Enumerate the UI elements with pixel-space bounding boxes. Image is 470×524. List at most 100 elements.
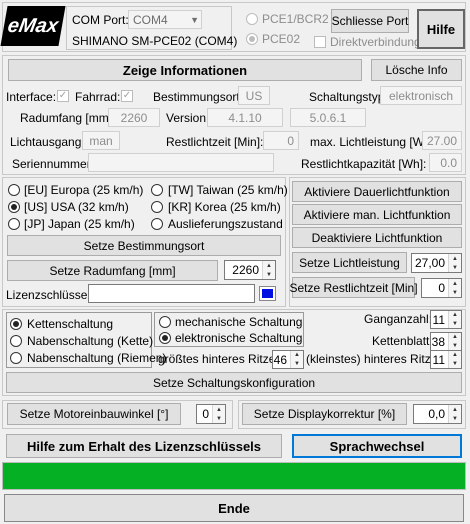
region-factory-radio[interactable] <box>151 218 163 230</box>
display-correction-arrows[interactable]: ▲ ▼ <box>448 405 461 423</box>
license-label: Lizenzschlüssel: <box>6 288 94 302</box>
region-kr-radio[interactable] <box>151 201 163 213</box>
remaining-time-label: Restlichtzeit [Min]: <box>166 135 264 149</box>
chainring-label: Kettenblatt: <box>372 334 433 348</box>
com-port-select[interactable]: COM4 ▼ <box>128 10 202 29</box>
light-power-arrows[interactable]: ▲ ▼ <box>448 254 461 272</box>
interface-label: Interface: <box>6 90 57 104</box>
license-status-swatch <box>259 286 276 301</box>
display-correction-stepper[interactable]: 0,0 ▲ ▼ <box>413 404 462 424</box>
hub-chain-label: Nabenschaltung (Kette) <box>27 334 154 348</box>
progress-bar <box>2 462 466 490</box>
region-kr-label: [KR] Korea (25 km/h) <box>168 200 281 214</box>
set-shift-config-button[interactable]: Setze Schaltungskonfiguration <box>6 372 462 393</box>
wheel-stepper[interactable]: 2260 ▲ ▼ <box>224 260 276 280</box>
light-output-field: man <box>82 131 120 150</box>
gear-count-stepper[interactable]: 11 ▲ ▼ <box>430 310 462 329</box>
clear-info-button[interactable]: Lösche Info <box>371 59 462 81</box>
help-button[interactable]: Hilfe <box>417 9 465 49</box>
region-tw-radio[interactable] <box>151 184 163 196</box>
hub-belt-radio[interactable] <box>10 352 22 364</box>
max-light-label: max. Lichtleistung [W]: <box>310 135 431 149</box>
smallest-sprocket-stepper[interactable]: 11 ▲ ▼ <box>430 350 462 369</box>
chevron-down-icon: ▼ <box>190 14 199 25</box>
serial-field <box>88 153 274 172</box>
pce02-radio[interactable] <box>246 33 258 45</box>
motor-angle-arrows[interactable]: ▲ ▼ <box>212 405 225 423</box>
region-factory-label: Auslieferungszustand <box>168 217 283 231</box>
direct-connection-checkbox[interactable] <box>314 36 326 48</box>
max-light-field: 27.00 <box>422 131 462 150</box>
largest-sprocket-stepper[interactable]: 46 ▲ ▼ <box>272 350 304 369</box>
largest-sprocket-value: 46 <box>273 352 287 367</box>
language-button[interactable]: Sprachwechsel <box>292 434 462 458</box>
electronic-label: elektronische Schaltung <box>175 331 303 345</box>
com-port-value: COM4 <box>133 12 168 27</box>
motor-angle-value: 0 <box>202 407 209 421</box>
continuous-light-button[interactable]: Aktiviere Dauerlichtfunktion <box>292 181 462 202</box>
license-help-button[interactable]: Hilfe zum Erhalt des Lizenzschlüssels <box>6 434 282 458</box>
device-name: SHIMANO SM-PCE02 (COM4) <box>72 34 238 48</box>
wheel-label: Radumfang [mm]: <box>20 111 116 125</box>
largest-sprocket-arrows[interactable]: ▲ ▼ <box>290 351 303 368</box>
set-remaining-time-button[interactable]: Setze Restlichtzeit [Min] <box>289 277 418 298</box>
version2-field: 5.0.6.1 <box>290 108 366 127</box>
light-power-value: 27,00 <box>414 256 445 270</box>
set-display-correction-button[interactable]: Setze Displaykorrektur [%] <box>242 403 407 425</box>
region-eu-radio[interactable] <box>8 184 20 196</box>
license-status-fill <box>262 289 273 298</box>
light-power-stepper[interactable]: 27,00 ▲ ▼ <box>411 253 462 273</box>
bike-label: Fahrrad: <box>75 90 121 104</box>
set-motor-angle-button[interactable]: Setze Motoreinbauwinkel [°] <box>7 403 181 425</box>
smallest-sprocket-label: (kleinstes) hinteres Ritzel: <box>306 352 444 366</box>
pce1-radio[interactable] <box>246 13 258 25</box>
hub-chain-radio[interactable] <box>10 335 22 347</box>
shift-type-field: elektronisch <box>380 86 462 105</box>
remaining-time-stepper[interactable]: 0 ▲ ▼ <box>421 278 462 298</box>
main-window: eMax COM Port: COM4 ▼ SHIMANO SM-PCE02 (… <box>0 0 470 524</box>
smallest-sprocket-value: 11 <box>432 352 445 367</box>
version-field: 4.1.10 <box>207 108 283 127</box>
pce02-label: PCE02 <box>262 32 301 46</box>
region-jp-radio[interactable] <box>8 218 20 230</box>
region-eu-label: [EU] Europa (25 km/h) <box>24 183 144 197</box>
chainring-arrows[interactable]: ▲ ▼ <box>448 333 461 350</box>
remaining-time-arrows[interactable]: ▲ ▼ <box>448 279 461 297</box>
derailleur-radio[interactable] <box>10 318 22 330</box>
hub-belt-label: Nabenschaltung (Riemen) <box>27 351 167 365</box>
mechanical-radio[interactable] <box>159 316 171 328</box>
electronic-radio[interactable] <box>159 332 171 344</box>
region-tw-label: [TW] Taiwan (25 km/h) <box>168 183 288 197</box>
region-us-label: [US] USA (32 km/h) <box>24 200 129 214</box>
direct-connection-label: Direktverbindung <box>330 35 421 49</box>
motor-angle-stepper[interactable]: 0 ▲ ▼ <box>196 404 226 424</box>
set-wheel-button[interactable]: Setze Radumfang [mm] <box>7 260 218 281</box>
interface-checkbox: ✓ <box>57 90 69 102</box>
manual-light-button[interactable]: Aktiviere man. Lichtfunktion <box>292 204 462 225</box>
shift-type-label: Schaltungstyp: <box>309 90 388 104</box>
gear-count-arrows[interactable]: ▲ ▼ <box>448 311 461 328</box>
deactivate-light-button[interactable]: Deaktiviere Lichtfunktion <box>292 227 462 248</box>
destination-field: US <box>238 86 270 105</box>
smallest-sprocket-arrows[interactable]: ▲ ▼ <box>448 351 461 368</box>
end-button[interactable]: Ende <box>4 494 464 522</box>
close-port-button[interactable]: Schliesse Port <box>331 9 409 33</box>
wheel-stepper-value: 2260 <box>232 263 259 277</box>
wheel-field: 2260 <box>108 108 160 127</box>
region-us-radio[interactable] <box>8 201 20 213</box>
com-port-label: COM Port: <box>72 13 129 27</box>
chainring-stepper[interactable]: 38 ▲ ▼ <box>430 332 462 351</box>
show-info-button[interactable]: Zeige Informationen <box>8 59 362 81</box>
logo-text: eMax <box>6 14 61 37</box>
wheel-stepper-arrows[interactable]: ▲ ▼ <box>262 261 275 279</box>
license-input[interactable] <box>88 284 255 303</box>
display-correction-value: 0,0 <box>428 407 445 421</box>
largest-sprocket-label: größtes hinteres Ritzel: <box>158 352 282 366</box>
set-destination-button[interactable]: Setze Bestimmungsort <box>7 235 281 256</box>
version-label: Version: <box>166 111 210 125</box>
set-light-power-button[interactable]: Setze Lichtleistung <box>292 252 407 273</box>
destination-label: Bestimmungsort: <box>153 90 244 104</box>
gear-count-value: 11 <box>432 312 445 327</box>
remaining-capacity-label: Restlichtkapazität [Wh]: <box>301 157 427 171</box>
remaining-time-field: 0 <box>263 131 299 150</box>
